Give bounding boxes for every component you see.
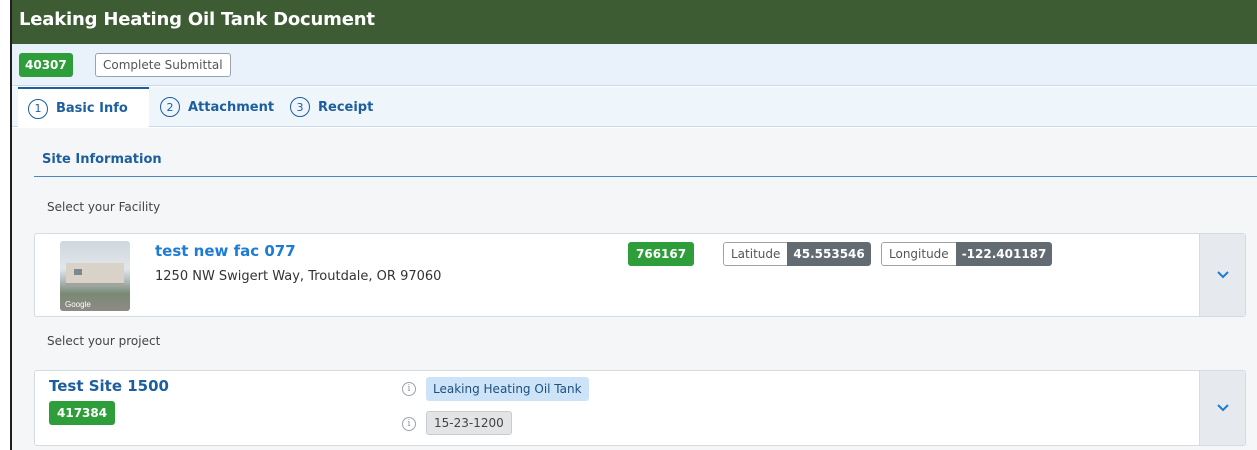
latitude-badge: Latitude 45.553546: [723, 242, 871, 266]
project-type-chip: Leaking Heating Oil Tank: [426, 377, 589, 401]
title-bar: Leaking Heating Oil Tank Document: [12, 0, 1257, 44]
project-code-chip: 15-23-1200: [426, 411, 512, 435]
longitude-value: -122.401187: [955, 242, 1053, 266]
tab-basic-info[interactable]: 1 Basic Info: [18, 87, 149, 128]
facility-expand-button[interactable]: [1199, 234, 1245, 316]
step-tabs: 1 Basic Info 2 Attachment 3 Receipt: [12, 87, 1257, 128]
section-divider: [34, 176, 1257, 177]
tab-label: Receipt: [318, 99, 374, 115]
project-prompt: Select your project: [47, 334, 161, 348]
project-name: Test Site 1500: [49, 377, 169, 395]
section-title: Site Information: [42, 152, 162, 167]
document-id-badge: 40307: [19, 53, 73, 77]
facility-name: test new fac 077: [155, 242, 296, 260]
latitude-value: 45.553546: [787, 242, 871, 266]
step-number: 1: [28, 98, 48, 119]
step-number: 2: [160, 97, 180, 117]
facility-prompt: Select your Facility: [47, 200, 161, 214]
info-icon: i: [402, 417, 416, 431]
facility-card[interactable]: Google test new fac 077 1250 NW Swigert …: [34, 233, 1246, 317]
facility-address: 1250 NW Swigert Way, Troutdale, OR 97060: [155, 269, 442, 284]
building-window: [74, 269, 82, 275]
tab-label: Basic Info: [56, 101, 128, 116]
status-strip: 40307 Complete Submittal: [12, 44, 1257, 86]
project-id-badge: 417384: [49, 401, 116, 425]
project-expand-button[interactable]: [1199, 371, 1245, 445]
chevron-down-icon: [1216, 271, 1229, 279]
facility-thumbnail: Google: [60, 241, 130, 311]
tab-label: Attachment: [188, 99, 275, 115]
tab-receipt[interactable]: 3 Receipt: [290, 87, 373, 127]
app-frame: Leaking Heating Oil Tank Document 40307 …: [10, 0, 1257, 450]
step-number: 3: [290, 97, 310, 117]
page-title: Leaking Heating Oil Tank Document: [19, 9, 375, 30]
info-icon: i: [402, 382, 416, 396]
submittal-status-badge: Complete Submittal: [95, 53, 231, 77]
thumbnail-caption: Google: [65, 300, 91, 309]
tab-attachment[interactable]: 2 Attachment: [160, 87, 274, 127]
latitude-label: Latitude: [723, 242, 788, 266]
chevron-down-icon: [1216, 404, 1229, 412]
basic-info-panel: Site Information Select your Facility Go…: [12, 128, 1257, 450]
longitude-badge: Longitude -122.401187: [881, 242, 1053, 266]
longitude-label: Longitude: [881, 242, 956, 266]
project-card[interactable]: Test Site 1500 417384 i Leaking Heating …: [34, 370, 1246, 446]
facility-id-badge: 766167: [628, 242, 695, 266]
